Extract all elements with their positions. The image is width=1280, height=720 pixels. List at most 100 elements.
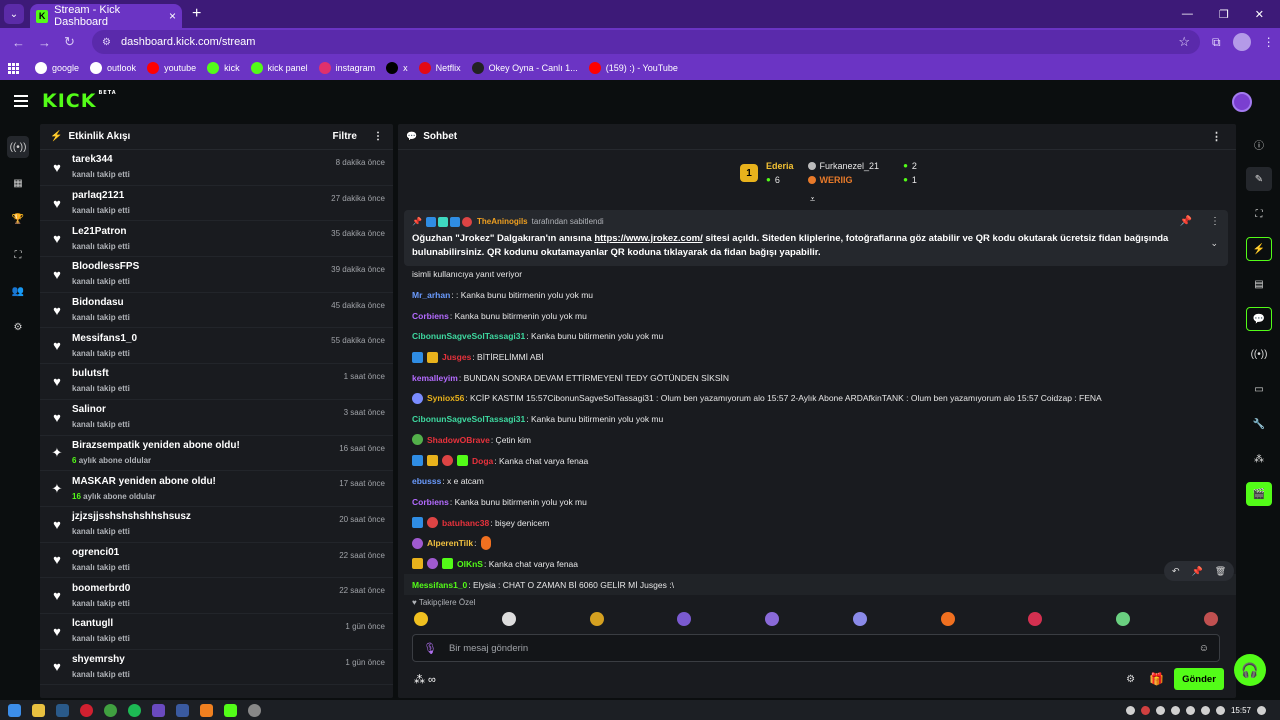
profile-avatar[interactable] <box>1232 33 1251 51</box>
feed-item[interactable]: ♥ Le21Patron kanalı takip etti 35 dakika ön… <box>40 221 393 258</box>
feed-item[interactable]: ♥ BloodlessFPS kanalı takip etti 39 dakika … <box>40 257 393 293</box>
chat-icon[interactable]: 💬 <box>1246 307 1272 331</box>
emote-icon[interactable] <box>852 612 867 626</box>
obs-icon[interactable] <box>248 703 261 717</box>
chat-username[interactable]: CibonunSagveSolTassagi31 <box>412 331 525 341</box>
tab-close-icon[interactable]: × <box>169 9 176 23</box>
chat-message[interactable]: ShadowOBrave: Çetin kim <box>412 430 1228 451</box>
apps-grid-icon[interactable] <box>8 62 19 74</box>
chat-message[interactable]: CibonunSagveSolTassagi31: Kanka bunu bit… <box>412 409 1228 430</box>
help-chat-button[interactable]: 🎧 <box>1234 654 1266 686</box>
leader-third-name[interactable]: WERIIG <box>820 173 853 187</box>
chevron-down-icon[interactable]: ⌄ <box>1210 238 1218 249</box>
chat-message[interactable]: Doga: Kanka chat varya fenaa <box>412 450 1228 471</box>
kick-logo[interactable]: KICK BETA <box>42 90 117 112</box>
feed-item[interactable]: ♥ Bidondasu kanalı takip etti 45 dakika önc… <box>40 293 393 329</box>
bookmark-item[interactable]: (159) :) - YouTube <box>588 62 678 74</box>
feed-item[interactable]: ♥ lcantugll kanalı takip etti 1 gün önce <box>40 614 393 650</box>
pinned-by-user[interactable]: TheAninogils <box>477 217 528 226</box>
feed-item[interactable]: ♥ bulutsft kanalı takip etti 1 saat önce <box>40 364 393 400</box>
feed-item[interactable]: ♥ jzjzsjjsshshshshhshsusz kanalı takip ett… <box>40 507 393 543</box>
leader-first-name[interactable]: Ederia <box>766 159 794 173</box>
emote-icon[interactable] <box>501 612 516 626</box>
chat-message[interactable]: kemalleyim: BUNDAN SONRA DEVAM ETTİRMEYE… <box>412 367 1228 388</box>
tray-icon[interactable] <box>1125 705 1135 715</box>
bookmark-item[interactable]: Okey Oyna - Canlı 1... <box>471 62 578 74</box>
emote-icon[interactable] <box>414 612 428 626</box>
chat-options-icon[interactable]: ⋮ <box>1211 130 1222 143</box>
bookmark-item[interactable]: kick <box>207 62 240 74</box>
network-icon[interactable] <box>1200 705 1210 715</box>
reload-icon[interactable]: ↻ <box>64 34 78 50</box>
microphone-icon[interactable]: 🎙 <box>423 642 437 655</box>
new-tab-button[interactable]: + <box>192 5 201 23</box>
chat-message[interactable]: Corbiens: Kanka bunu bitirmenin yolu yok… <box>412 492 1228 513</box>
close-window-icon[interactable]: ✕ <box>1255 8 1264 21</box>
tab-search-button[interactable]: ⌄ <box>4 4 24 24</box>
feed-item[interactable]: ✦ Birazsempatik yeniden abone oldu! 6 aylı… <box>40 436 393 472</box>
chat-username[interactable]: Syniox56 <box>427 393 464 403</box>
chat-message[interactable]: isimli kullanıcıya yanıt veriyor <box>412 264 1228 285</box>
broadcast-icon[interactable]: ((•)) <box>1246 342 1272 366</box>
scroll-down-icon[interactable]: ⩡ <box>810 194 815 205</box>
wrench-icon[interactable]: 🔧 <box>1246 412 1272 436</box>
chrome-icon[interactable] <box>104 703 117 717</box>
edit-icon[interactable]: ✎ <box>1246 167 1272 191</box>
pin-message-icon[interactable]: 📌 <box>1192 566 1203 577</box>
bookmark-item[interactable]: instagram <box>318 62 375 74</box>
chat-username[interactable]: Jusges <box>442 352 471 362</box>
leader-second-name[interactable]: Furkanezel_21 <box>820 159 880 173</box>
opera-icon[interactable] <box>80 703 93 717</box>
community-icon[interactable]: ⁂ <box>1246 447 1272 471</box>
volume-icon[interactable] <box>1215 705 1225 715</box>
chat-username[interactable]: Mr_arhan <box>412 290 450 300</box>
delete-icon[interactable]: 🗑 <box>1215 566 1226 577</box>
chat-message[interactable]: ebusss: x e atcam <box>412 471 1228 492</box>
chat-username[interactable]: AlperenTilk <box>427 538 473 548</box>
extensions-icon[interactable]: ⧉ <box>1212 35 1221 50</box>
emote-icon[interactable] <box>1028 612 1043 626</box>
app-icon[interactable] <box>200 703 213 717</box>
chat-message[interactable]: Corbiens: Kanka bunu bitirmenin yolu yok… <box>412 305 1228 326</box>
screen-capture-icon[interactable]: ⛶ <box>1246 202 1272 226</box>
feed-item[interactable]: ♥ Messifans1_0 kanalı takip etti 55 dakika … <box>40 328 393 365</box>
emote-icon[interactable] <box>1203 612 1218 626</box>
pinned-link[interactable]: https://www.jrokez.com/ <box>594 233 702 244</box>
filter-button[interactable]: Filtre <box>333 131 357 142</box>
gift-icon[interactable]: 🎁 <box>1149 672 1164 686</box>
chat-message[interactable]: batuhanc38: bişey denicem <box>412 512 1228 533</box>
chrome-profile-icon[interactable] <box>152 703 165 717</box>
chat-message[interactable]: Jusges: BİTİRELİMMİ ABİ <box>412 347 1228 368</box>
feed-item[interactable]: ♥ boomerbrd0 kanalı takip etti 22 saat önce <box>40 578 393 614</box>
steam-icon[interactable] <box>56 703 69 717</box>
channel-points-icon[interactable]: ⁂ ∞ <box>414 673 436 686</box>
tray-icon[interactable] <box>1140 705 1150 715</box>
tray-icon[interactable] <box>1170 705 1180 715</box>
chat-username[interactable]: Doga <box>472 456 493 466</box>
feed-item[interactable]: ♥ shyemrshy kanalı takip etti 1 gün önce <box>40 650 393 686</box>
unpin-icon[interactable]: 📌 <box>1180 216 1192 227</box>
bookmark-item[interactable]: Netflix <box>418 62 461 74</box>
document-icon[interactable]: ▤ <box>1246 272 1272 296</box>
bookmark-item[interactable]: youtube <box>147 62 196 74</box>
chat-message[interactable]: Messifans1_0: Elysia : CHAT O ZAMAN Bİ 6… <box>404 574 1236 595</box>
chat-username[interactable]: CibonunSagveSolTassagi31 <box>412 414 525 424</box>
chat-message[interactable]: Syniox56: KCİP KASTIM 15:57CibonunSagveS… <box>412 388 1228 409</box>
emote-icon[interactable] <box>1116 612 1131 626</box>
chat-message[interactable]: AlperenTilk: <box>412 533 1228 554</box>
stream-icon[interactable]: ((•)) <box>7 136 29 158</box>
send-button[interactable]: Gönder <box>1174 668 1224 690</box>
bookmark-star-icon[interactable]: ☆ <box>1178 34 1190 50</box>
emote-icon[interactable] <box>765 612 780 626</box>
layout-icon[interactable]: ▭ <box>1246 377 1272 401</box>
reply-icon[interactable]: ↶ <box>1172 566 1180 577</box>
dashboard-icon[interactable]: ▦ <box>7 172 29 194</box>
chat-username[interactable]: Corbiens <box>412 497 449 507</box>
pin-options-icon[interactable]: ⋮ <box>1210 216 1220 227</box>
chat-settings-icon[interactable]: ⚙ <box>1126 674 1135 685</box>
chat-username[interactable]: ebusss <box>412 476 441 486</box>
menu-icon[interactable] <box>14 95 28 107</box>
tray-icon[interactable] <box>1185 705 1195 715</box>
feed-item[interactable]: ♥ ogrenci01 kanalı takip etti 22 saat önce <box>40 543 393 579</box>
info-icon[interactable]: ⓘ <box>1246 132 1272 156</box>
